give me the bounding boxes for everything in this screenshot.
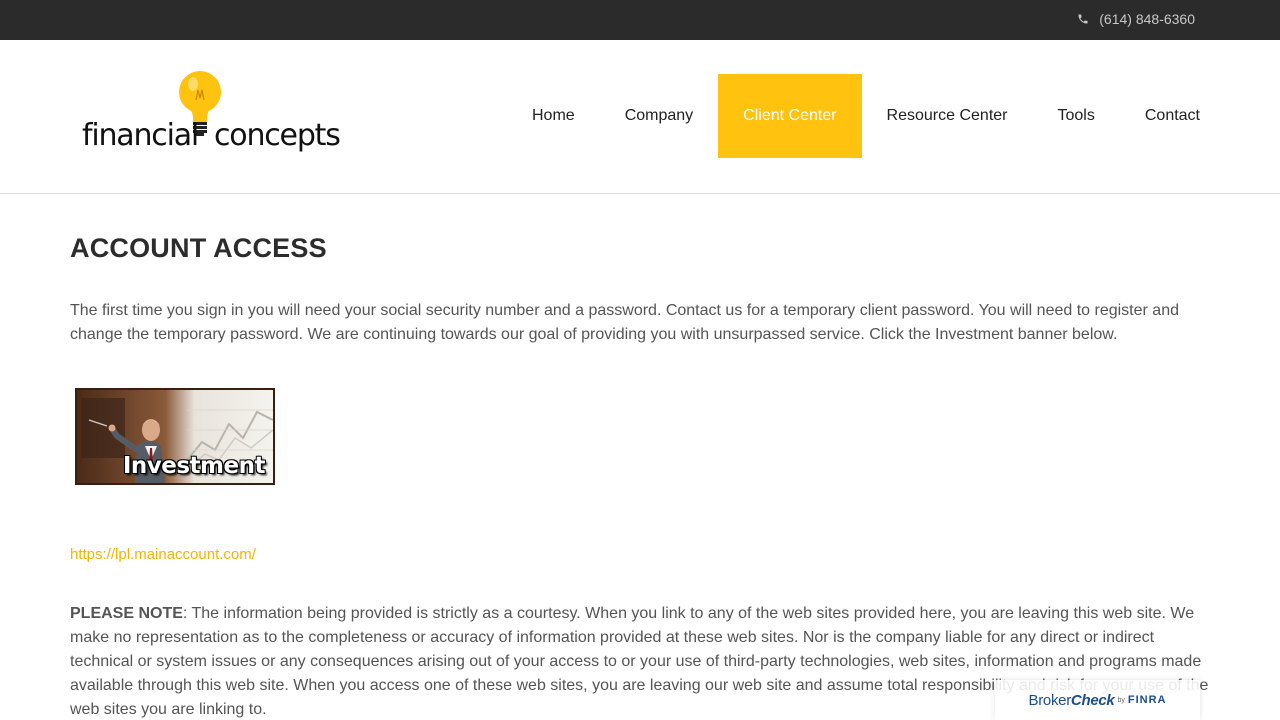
investment-banner[interactable]: Investment [75,388,275,485]
nav-item-resource-center[interactable]: Resource Center [862,74,1033,158]
phone-icon [1078,14,1088,24]
top-bar: (614) 848-6360 [0,0,1280,40]
site-header: financial concepts Home Company Client C… [0,40,1280,194]
nav-item-company[interactable]: Company [600,74,718,158]
brokercheck-finra-text: FINRA [1127,694,1167,706]
nav-item-client-center[interactable]: Client Center [718,74,862,158]
note-lead: PLEASE NOTE [70,605,183,622]
nav-item-home[interactable]: Home [507,74,600,158]
logo-word-concepts: concepts [214,118,341,153]
nav-item-tools[interactable]: Tools [1033,74,1120,158]
lpl-account-link[interactable]: https://lpl.mainaccount.com/ [70,546,256,563]
page-title: ACCOUNT ACCESS [70,233,327,263]
brokercheck-badge[interactable]: Broker Check by FINRA [995,680,1200,720]
site-logo[interactable]: financial concepts [80,70,341,165]
intro-paragraph: The first time you sign in you will need… [70,302,1179,343]
brokercheck-broker-text: Broker [1028,691,1072,709]
logo-word-financial: financial [82,118,199,153]
nav-item-contact[interactable]: Contact [1120,74,1225,158]
brokercheck-by-text: by [1117,696,1125,704]
main-nav: Home Company Client Center Resource Cent… [507,74,1225,158]
brokercheck-check-text: Check [1070,691,1115,709]
banner-caption: Investment [122,453,266,479]
phone-number[interactable]: (614) 848-6360 [1099,11,1195,27]
phone-contact[interactable]: (614) 848-6360 [1077,11,1195,27]
